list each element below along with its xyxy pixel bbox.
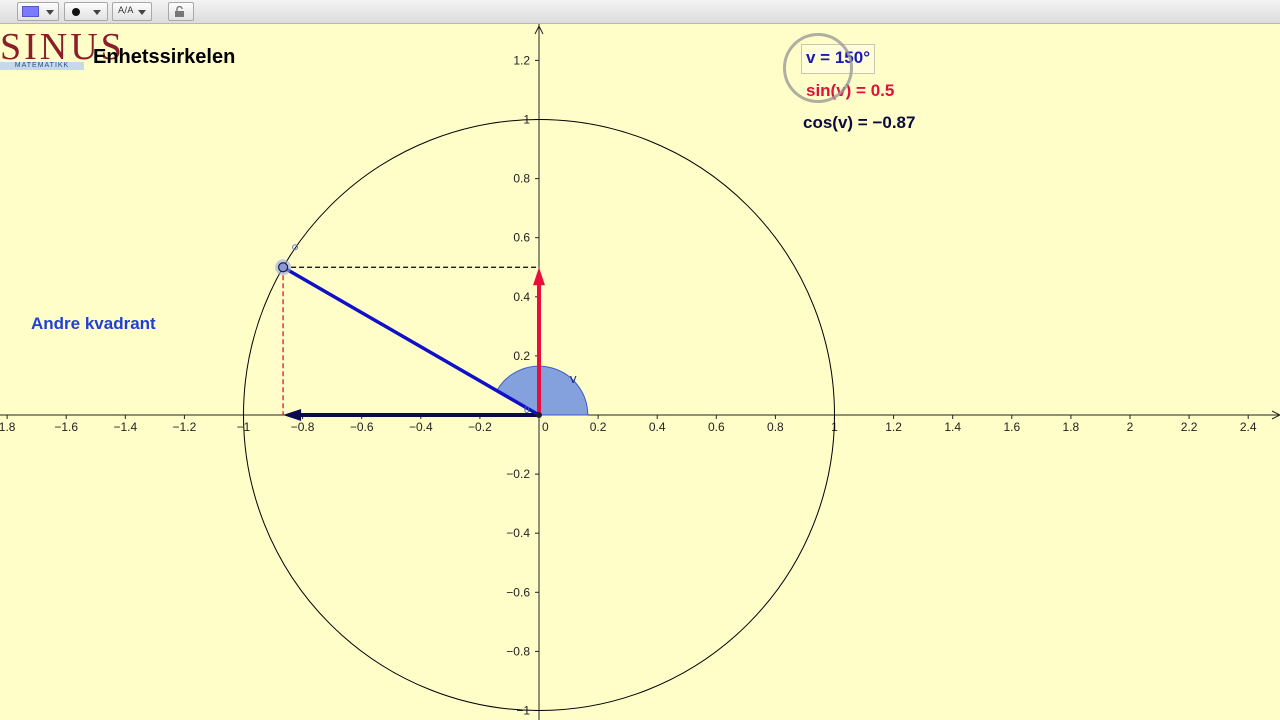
lock-button[interactable]	[168, 2, 194, 21]
x-tick-label: 2.4	[1240, 420, 1257, 434]
origin-point	[536, 412, 542, 418]
chevron-down-icon	[46, 10, 54, 15]
y-tick-label: 0.8	[513, 172, 530, 186]
y-tick-label: −0.6	[506, 585, 530, 599]
point-style-button[interactable]	[64, 2, 108, 21]
x-tick-label: 0.6	[708, 420, 725, 434]
x-tick-label: 0.2	[590, 420, 607, 434]
x-tick-label: 0.4	[649, 420, 666, 434]
sine-arrow-head	[533, 267, 545, 286]
chevron-down-icon	[93, 10, 101, 15]
x-tick-label: −0.8	[291, 420, 315, 434]
point-on-circle	[277, 262, 289, 273]
x-tick-label: 2	[1127, 420, 1134, 434]
graphics-view[interactable]: 1.8 −1.6 −1.4 −1.2 −1 −0.8 −0.6 −0.4 −0.2 0 0.2 0.4…	[0, 24, 1280, 720]
logo-subtitle: MATEMATIKK	[0, 62, 84, 70]
x-tick-label: 0	[542, 420, 549, 434]
y-tick-label: 1.2	[513, 53, 530, 67]
point-style-icon	[72, 8, 80, 16]
x-tick-label: −0.6	[350, 420, 374, 434]
x-tick-label: 1.4	[944, 420, 961, 434]
axes: 1.8 −1.6 −1.4 −1.2 −1 −0.8 −0.6 −0.4 −0.2 0 0.2 0.4…	[0, 24, 1280, 720]
chevron-down-icon	[138, 10, 146, 15]
x-tick-label: −0.4	[409, 420, 433, 434]
y-tick-label: −0.2	[506, 467, 530, 481]
cosine-value-label: cos(v) = −0.87	[803, 113, 916, 132]
y-tick-label: −0.8	[506, 644, 530, 658]
angle-mark-label: v	[570, 371, 577, 386]
color-picker-button[interactable]	[17, 2, 59, 21]
x-tick-label: −1.6	[54, 420, 78, 434]
x-tick-label: −0.2	[468, 420, 492, 434]
toolbar: A/A	[0, 0, 1280, 24]
sinus-logo: SINUS MATEMATIKK	[0, 28, 122, 70]
x-tick-label: 1.6	[1003, 420, 1020, 434]
x-tick-label: 1.8	[1063, 420, 1080, 434]
y-tick-label: −0.4	[506, 526, 530, 540]
page-title: Enhetssirkelen	[93, 46, 236, 68]
quadrant-label: Andre kvadrant	[31, 314, 156, 333]
x-tick-label: −1.2	[173, 420, 197, 434]
cursor-highlight	[783, 33, 853, 103]
x-tick-label: 1.8	[0, 420, 16, 434]
y-tick-label: 0.4	[513, 290, 530, 304]
radius-line	[282, 265, 540, 417]
lock-icon	[175, 6, 184, 17]
text-size-button[interactable]: A/A	[112, 2, 152, 21]
x-tick-label: 0.8	[767, 420, 784, 434]
x-tick-label: 1.2	[885, 420, 902, 434]
text-size-icon: A/A	[118, 6, 134, 16]
y-tick-label: 0.2	[513, 349, 530, 363]
x-tick-label: −1.4	[113, 420, 137, 434]
y-tick-label: 0.6	[513, 231, 530, 245]
origin-label: 0	[524, 405, 530, 416]
color-swatch	[22, 6, 39, 17]
x-tick-label: 2.2	[1181, 420, 1198, 434]
